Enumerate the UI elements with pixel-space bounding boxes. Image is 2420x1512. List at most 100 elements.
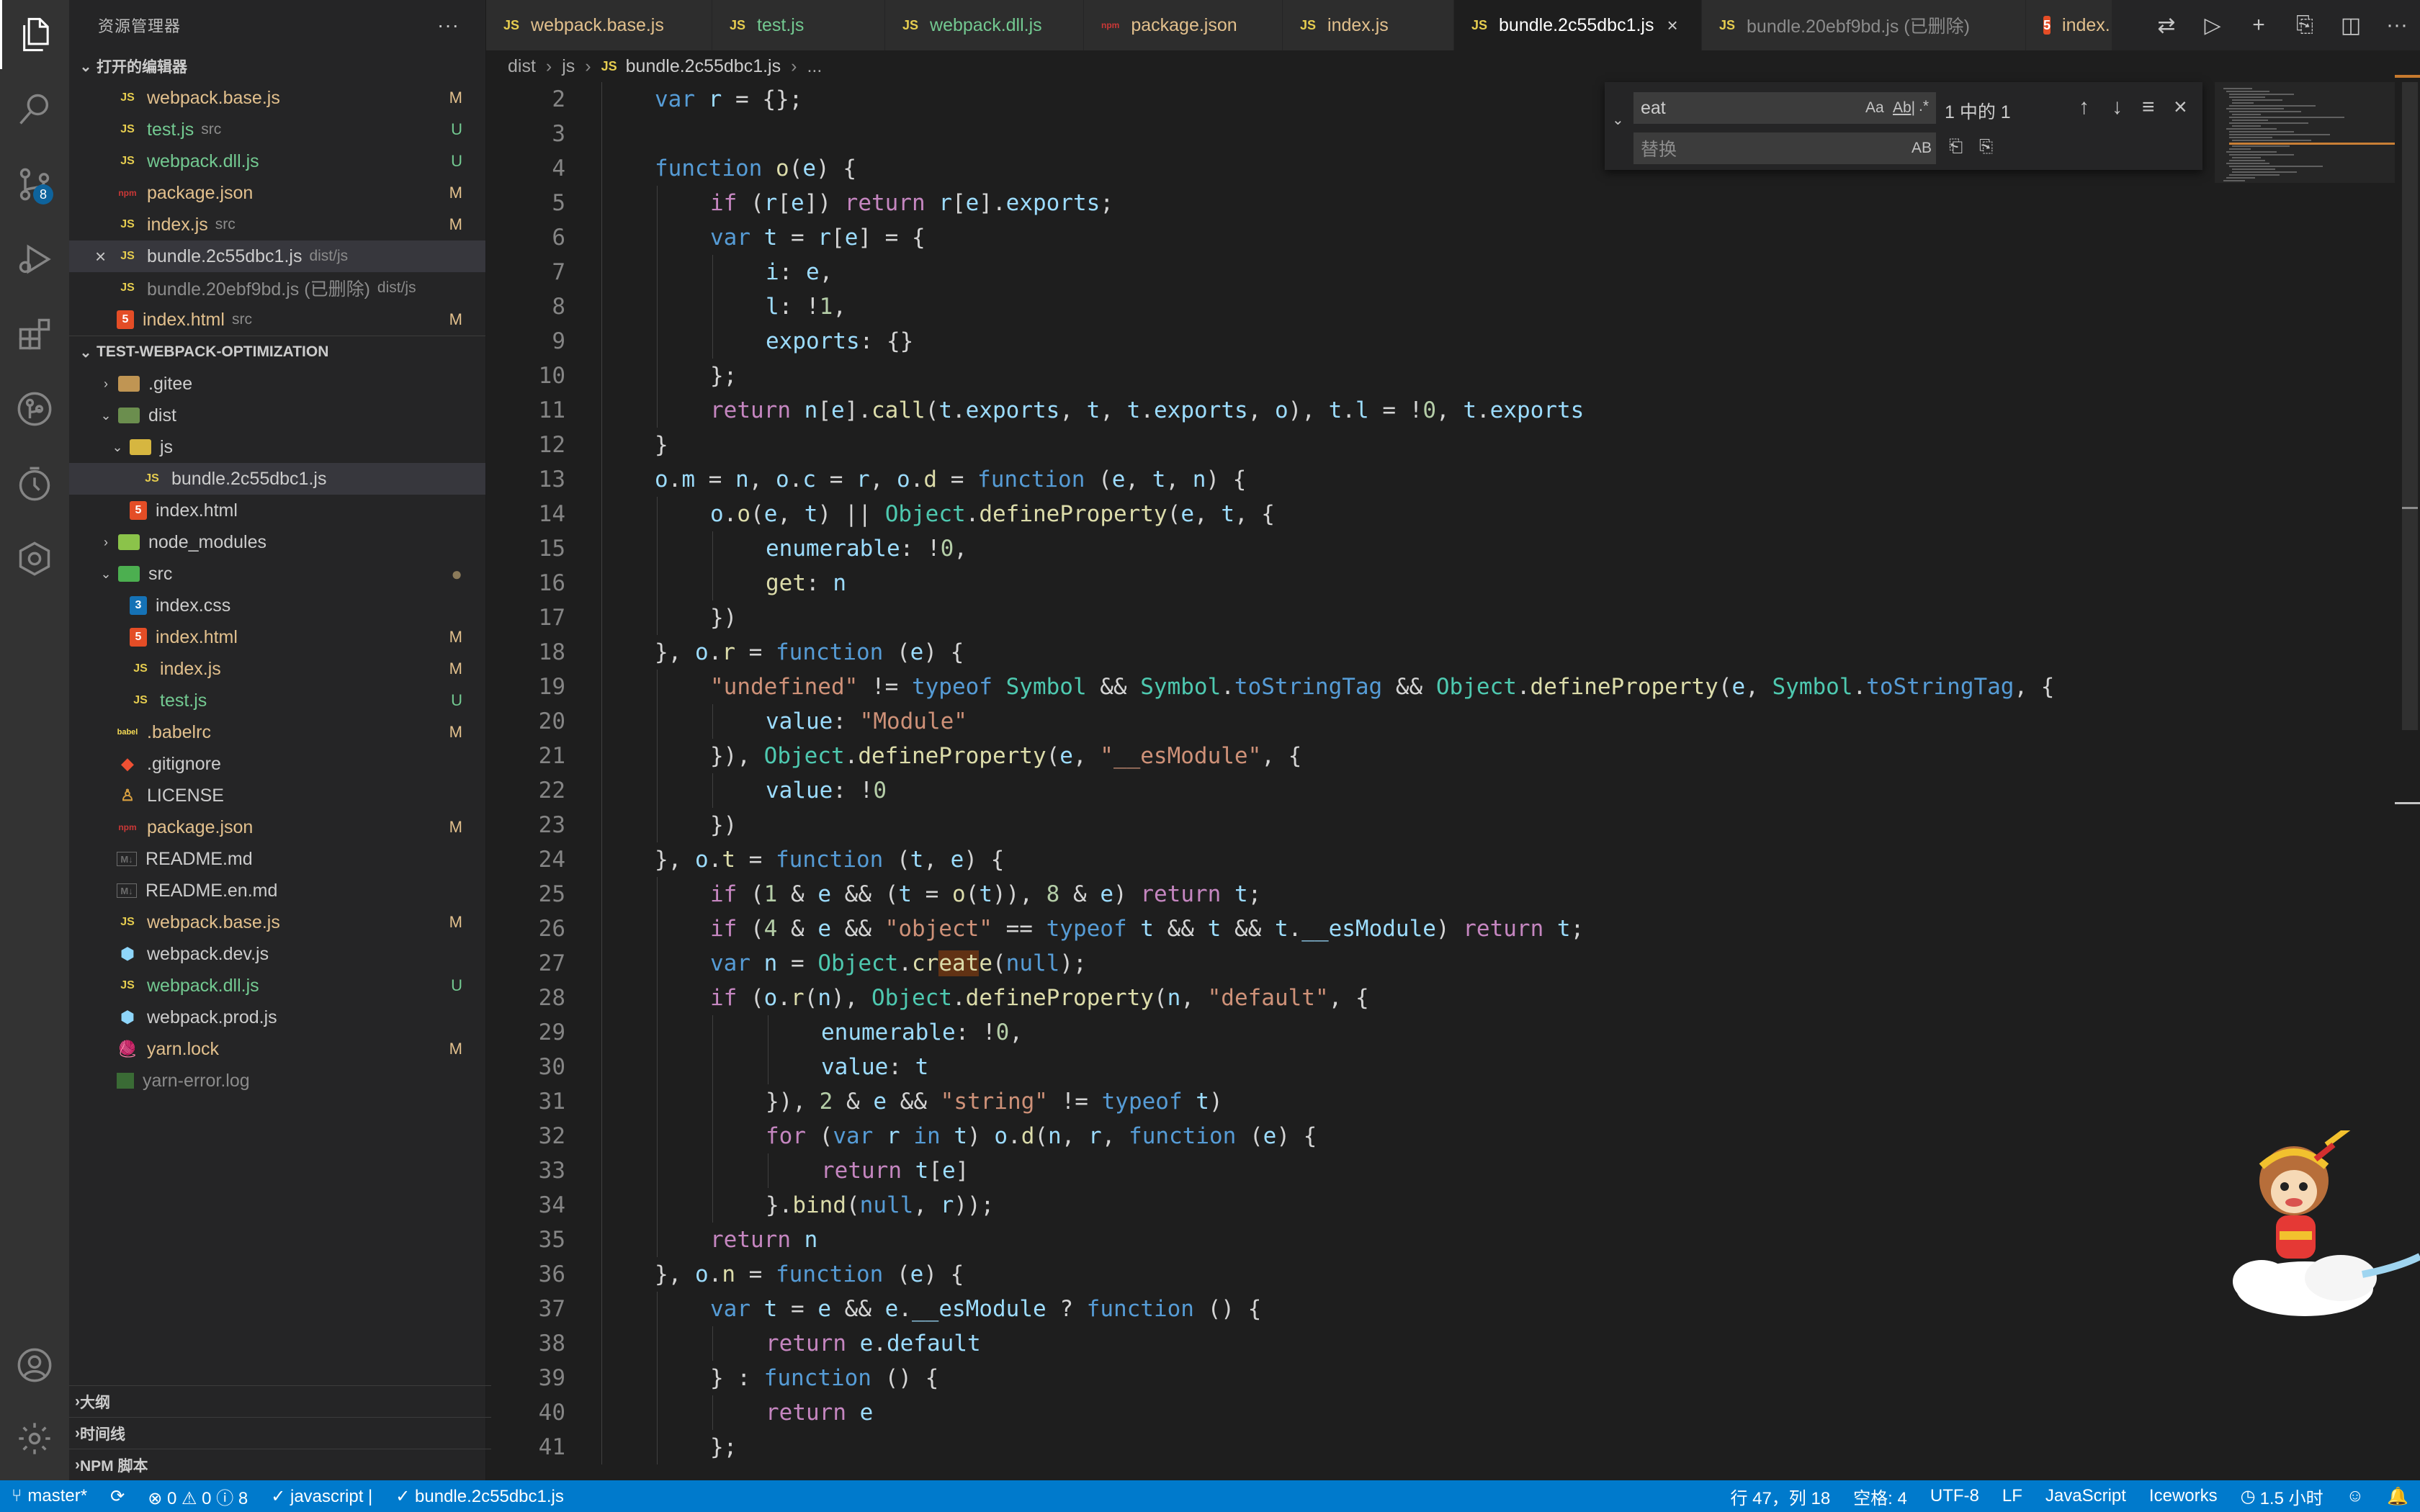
timeline-section[interactable]: › 时间线: [69, 1417, 491, 1449]
npm-scripts-section[interactable]: › NPM 脚本: [69, 1449, 491, 1481]
problems-indicator[interactable]: ⊗ 0 ⚠ 0 ⓘ 8: [136, 1484, 259, 1509]
open-editor-item-active[interactable]: × JS bundle.2c55dbc1.js dist/js: [69, 240, 485, 272]
split-editor-icon[interactable]: ◫: [2328, 13, 2374, 38]
code-line[interactable]: 40 return e: [486, 1395, 2215, 1430]
end-of-line[interactable]: LF: [1991, 1486, 2034, 1506]
tab-webpack-base[interactable]: JS webpack.base.js: [486, 0, 712, 50]
close-icon[interactable]: ×: [2174, 94, 2187, 120]
tree-folder[interactable]: ⌄ js: [69, 431, 485, 463]
tree-file[interactable]: M↓ README.en.md: [69, 875, 485, 906]
tab-test[interactable]: JS test.js: [712, 0, 885, 50]
code-line[interactable]: 30 value: t: [486, 1050, 2215, 1084]
feedback-icon[interactable]: ☺: [2335, 1486, 2376, 1506]
replace-input[interactable]: 替换: [1634, 132, 1936, 164]
settings-gear-icon[interactable]: [0, 1404, 69, 1473]
code-line[interactable]: 27 var n = Object.create(null);: [486, 946, 2215, 981]
code-line[interactable]: 26 if (4 & e && "object" == typeof t && t…: [486, 912, 2215, 946]
outline-section[interactable]: › 大纲: [69, 1385, 491, 1418]
lang-check[interactable]: ✓ javascript |: [259, 1486, 384, 1507]
explorer-more-button[interactable]: ···: [437, 14, 460, 37]
code-line[interactable]: 8 l: !1,: [486, 289, 2215, 324]
source-control-icon[interactable]: 8: [0, 150, 69, 219]
code-line[interactable]: 34}.bind(null, r));: [486, 1188, 2215, 1223]
code-line[interactable]: 12}: [486, 428, 2215, 462]
code-line[interactable]: 41};: [486, 1430, 2215, 1464]
open-editor-item[interactable]: JS index.js src M: [69, 209, 485, 240]
account-icon[interactable]: [0, 1331, 69, 1400]
iceworks-status[interactable]: Iceworks: [2138, 1486, 2229, 1506]
tree-file[interactable]: yarn-error.log: [69, 1065, 485, 1097]
code-line[interactable]: 31}), 2 & e && "string" != typeof t): [486, 1084, 2215, 1119]
tree-folder[interactable]: ⌄ src ●: [69, 558, 485, 590]
code-line[interactable]: 17}): [486, 600, 2215, 635]
code-line[interactable]: 37 var t = e && e.__esModule ? function (…: [486, 1292, 2215, 1326]
language-mode[interactable]: JavaScript: [2034, 1486, 2138, 1506]
code-line[interactable]: 5 if (r[e]) return r[e].exports;: [486, 186, 2215, 220]
tree-file[interactable]: ⬢ webpack.prod.js: [69, 1002, 485, 1033]
previous-match-icon[interactable]: ↑: [2079, 95, 2089, 120]
tree-file[interactable]: ◆ .gitignore: [69, 748, 485, 780]
code-line[interactable]: 19 "undefined" != typeof Symbol && Symbol…: [486, 670, 2215, 704]
search-icon[interactable]: [0, 75, 69, 144]
code-line[interactable]: 23}): [486, 808, 2215, 842]
timer-icon[interactable]: [0, 449, 69, 518]
explorer-icon[interactable]: [0, 0, 71, 69]
code-line[interactable]: 18}, o.r = function (e) {: [486, 635, 2215, 670]
tree-file[interactable]: JS webpack.dll.js U: [69, 970, 485, 1002]
open-editor-item[interactable]: npm package.json M: [69, 177, 485, 209]
code-line[interactable]: 9 exports: {}: [486, 324, 2215, 359]
tab-index-html[interactable]: 5 index.: [2026, 0, 2112, 50]
code-line[interactable]: 7 i: e,: [486, 255, 2215, 289]
more-actions-icon[interactable]: ···: [2374, 13, 2420, 37]
tree-file[interactable]: JS test.js U: [69, 685, 485, 716]
code-line[interactable]: 14 o.o(e, t) || Object.defineProperty(e, …: [486, 497, 2215, 531]
open-editor-item[interactable]: JS webpack.dll.js U: [69, 145, 485, 177]
code-line[interactable]: 35 return n: [486, 1223, 2215, 1257]
tree-folder[interactable]: ⌄ dist: [69, 400, 485, 431]
tree-file[interactable]: 3 index.css: [69, 590, 485, 621]
code-line[interactable]: 29 enumerable: !0,: [486, 1015, 2215, 1050]
tree-file[interactable]: babel .babelrc M: [69, 716, 485, 748]
tab-index-js[interactable]: JS index.js: [1283, 0, 1454, 50]
open-editor-item[interactable]: JS test.js src U: [69, 114, 485, 145]
tab-bundle-deleted[interactable]: JS bundle.20ebf9bd.js (已删除): [1702, 0, 2026, 50]
project-header[interactable]: ⌄ TEST-WEBPACK-OPTIMIZATION: [69, 336, 485, 368]
tree-folder[interactable]: › .gitee: [69, 368, 485, 400]
file-check[interactable]: ✓ bundle.2c55dbc1.js: [384, 1486, 575, 1507]
tree-file[interactable]: ♙ LICENSE: [69, 780, 485, 811]
run-debug-icon[interactable]: [0, 225, 69, 294]
tab-webpack-dll[interactable]: JS webpack.dll.js: [885, 0, 1084, 50]
notifications-icon[interactable]: 🔔: [2375, 1486, 2420, 1507]
tree-file[interactable]: 5 index.html: [69, 495, 485, 526]
replace-all-icon[interactable]: ⎘: [1979, 137, 1993, 157]
indentation[interactable]: 空格: 4: [1842, 1484, 1919, 1509]
code-line[interactable]: 32 for (var r in t) o.d(n, r, function (e…: [486, 1119, 2215, 1153]
code-editor[interactable]: 2 var r = {}; 3 4 function o(e) {5 if (r[e]) …: [486, 82, 2215, 1480]
code-line[interactable]: 6 var t = r[e] = {: [486, 220, 2215, 255]
tree-file[interactable]: JS index.js M: [69, 653, 485, 685]
close-icon[interactable]: ×: [95, 246, 117, 268]
branch-indicator[interactable]: ⑂ master*: [0, 1486, 99, 1506]
code-line[interactable]: 38 return e.default: [486, 1326, 2215, 1361]
code-line[interactable]: 16 get: n: [486, 566, 2215, 600]
clock-status[interactable]: ◷ 1.5 小时: [2229, 1484, 2335, 1509]
next-match-icon[interactable]: ↓: [2112, 95, 2123, 120]
open-editor-item[interactable]: 5 index.html src M: [69, 304, 485, 336]
close-icon[interactable]: ×: [1667, 14, 1677, 37]
code-line[interactable]: 28 if (o.r(n), Object.defineProperty(n, "…: [486, 981, 2215, 1015]
sync-icon[interactable]: ⟳: [99, 1486, 136, 1507]
code-line[interactable]: 10};: [486, 359, 2215, 393]
regex-toggle[interactable]: .*: [1919, 98, 1929, 115]
match-case-toggle[interactable]: Aa: [1865, 99, 1884, 117]
add-icon[interactable]: +: [2236, 13, 2282, 37]
compare-changes-icon[interactable]: ⇄: [2143, 13, 2190, 38]
run-icon[interactable]: ▷: [2190, 13, 2236, 38]
code-line[interactable]: 25 if (1 & e && (t = o(t)), 8 & e) return…: [486, 877, 2215, 912]
code-line[interactable]: 22 value: !0: [486, 773, 2215, 808]
tree-file[interactable]: M↓ README.md: [69, 843, 485, 875]
tree-file[interactable]: ⬢ webpack.dev.js: [69, 938, 485, 970]
replace-one-icon[interactable]: ⎗: [1949, 137, 1963, 157]
breadcrumb-item[interactable]: dist: [508, 56, 536, 77]
find-in-selection-icon[interactable]: ≡: [2142, 95, 2155, 120]
scrollbar-thumb[interactable]: [2402, 82, 2418, 730]
